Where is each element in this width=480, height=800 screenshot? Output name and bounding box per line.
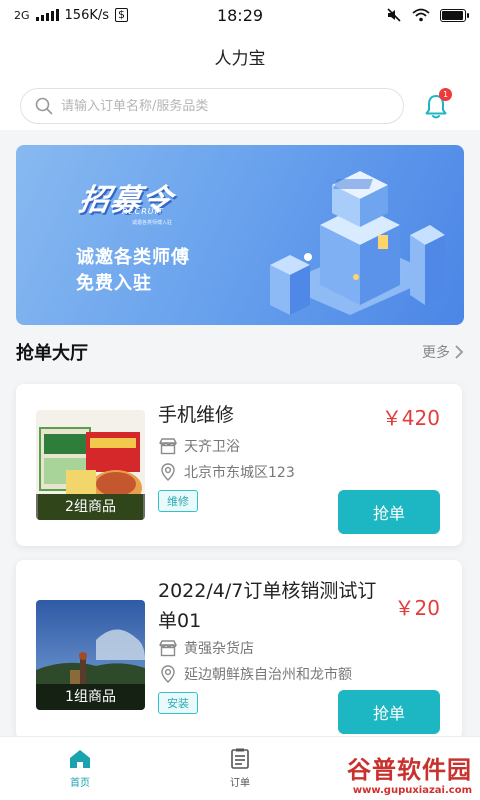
grab-order-button[interactable]: 抢单 — [338, 490, 440, 534]
shop-row: 黄强杂货店 — [158, 638, 254, 658]
mute-icon — [387, 8, 401, 22]
watermark: 谷普软件园 www.gupuxiazai.com — [347, 750, 472, 796]
nav-label-home: 首页 — [70, 778, 90, 789]
chevron-right-icon — [455, 345, 464, 359]
location-icon — [161, 665, 175, 683]
notification-box-icon: $ — [115, 8, 129, 22]
search-icon — [35, 97, 53, 115]
banner-logo-tagline: 诚邀各类师傅入驻 — [132, 220, 173, 226]
section-header: 抢单大厅 更多 — [16, 336, 464, 368]
order-card[interactable]: 1组商品 2022/4/7订单核销测试订单01 ￥20 黄强杂货店 延边朝鲜族自… — [16, 560, 462, 740]
recruit-banner[interactable]: 招募令 RECRUIT 诚邀各类师傅入驻 诚邀各类师傅 免费入驻 — [16, 145, 464, 325]
banner-headline: 诚邀各类师傅 — [76, 247, 190, 268]
grab-order-button[interactable]: 抢单 — [338, 690, 440, 734]
battery-level — [442, 10, 463, 20]
network-type: 2G — [14, 8, 30, 22]
address-row: 延边朝鲜族自治州和龙市额 — [158, 664, 352, 684]
category-tag: 安装 — [158, 692, 198, 714]
product-thumbnail: 1组商品 — [36, 600, 145, 710]
notification-button[interactable]: 1 — [420, 88, 452, 124]
shop-icon — [159, 438, 177, 455]
shop-name: 黄强杂货店 — [184, 641, 254, 657]
section-title: 抢单大厅 — [16, 343, 88, 364]
watermark-title: 谷普软件园 — [347, 756, 472, 784]
product-thumbnail: 2组商品 — [36, 410, 145, 520]
notification-badge: 1 — [439, 88, 452, 101]
search-input[interactable] — [61, 98, 403, 114]
order-address: 延边朝鲜族自治州和龙市额 — [184, 667, 352, 683]
status-right — [386, 7, 469, 23]
order-title: 手机维修 — [158, 404, 235, 426]
signal-icon — [35, 9, 59, 21]
more-label: 更多 — [422, 345, 450, 361]
order-price: ￥20 — [394, 596, 440, 620]
item-count: 1组商品 — [36, 684, 145, 710]
shop-name: 天齐卫浴 — [184, 439, 240, 455]
address-row: 北京市东城区123 — [158, 462, 295, 482]
page-title: 人力宝 — [214, 49, 266, 69]
more-link[interactable]: 更多 — [422, 342, 464, 362]
wifi-icon — [412, 8, 430, 22]
banner-logo-sub: RECRUIT — [122, 207, 164, 216]
status-left: 2G 156K/s $ — [14, 8, 386, 23]
banner-subheadline: 免费入驻 — [76, 273, 152, 294]
battery-icon — [440, 8, 469, 22]
nav-label-orders: 订单 — [230, 778, 250, 789]
order-price: ￥420 — [381, 406, 440, 430]
order-card[interactable]: 2组商品 手机维修 ￥420 天齐卫浴 北京市东城区123 维修 抢单 — [16, 384, 462, 546]
watermark-url: www.gupuxiazai.com — [352, 785, 472, 796]
category-tag: 维修 — [158, 490, 198, 512]
shop-row: 天齐卫浴 — [158, 436, 240, 456]
orders-icon — [231, 748, 249, 769]
shop-icon — [159, 640, 177, 657]
nav-item-home[interactable]: 首页 — [0, 737, 160, 800]
location-icon — [161, 463, 175, 481]
order-address: 北京市东城区123 — [184, 465, 295, 481]
item-count: 2组商品 — [36, 494, 145, 520]
home-icon — [70, 750, 90, 768]
building-illustration — [270, 171, 445, 315]
search-bar[interactable] — [20, 88, 404, 124]
app-header: 人力宝 1 — [0, 30, 480, 130]
nav-item-orders[interactable]: 订单 — [160, 737, 320, 800]
network-speed: 156K/s — [64, 7, 110, 23]
status-bar: 2G 156K/s $ 18:29 — [0, 0, 480, 30]
order-title: 2022/4/7订单核销测试订单01 — [158, 580, 377, 632]
